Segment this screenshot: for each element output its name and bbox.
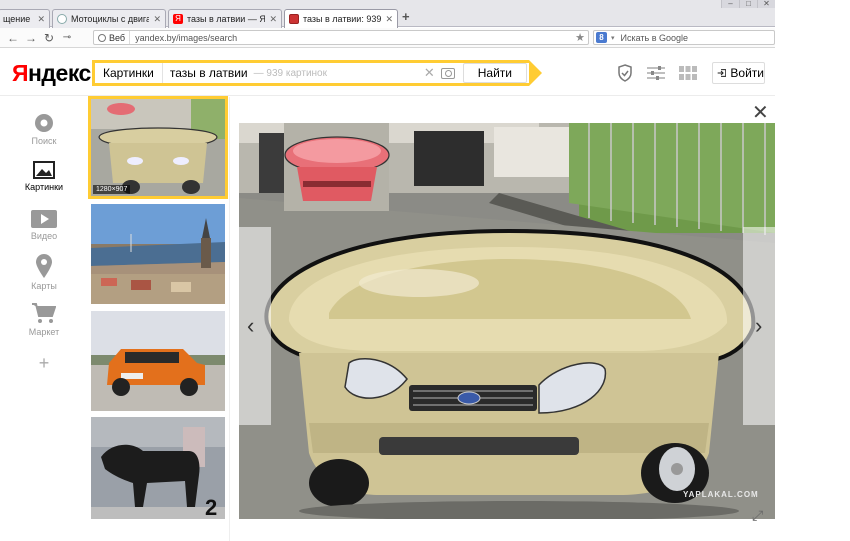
thumbnail-corner-digit: 2 <box>205 495 217 519</box>
close-viewer-button[interactable]: ✕ <box>752 103 769 123</box>
camera-icon[interactable] <box>440 67 455 79</box>
yandex-logo[interactable]: Яндекс <box>12 60 91 87</box>
main-image[interactable] <box>239 123 775 519</box>
chevron-left-icon: ‹ <box>247 313 255 338</box>
thumbnail-image <box>91 311 225 411</box>
image-favicon-icon <box>289 14 299 24</box>
clear-icon[interactable]: ✕ <box>418 65 441 81</box>
tab-title: тазы в латвии — Янде... <box>187 14 266 24</box>
tab-strip: – □ ✕ щение в... ✕ Мотоциклы с двигате..… <box>0 0 775 28</box>
thumbnail[interactable]: 2 <box>91 417 225 519</box>
thumbnail-image: 2 <box>91 417 225 519</box>
logo-first-letter: Я <box>12 60 29 86</box>
login-label: Войти <box>730 66 764 80</box>
new-tab-button[interactable]: + <box>402 9 410 24</box>
logo-rest: ндекс <box>28 60 91 86</box>
tab-title: щение в... <box>3 14 33 24</box>
more-services-button[interactable]: + <box>0 353 88 374</box>
tab-close-icon[interactable]: ✕ <box>153 14 161 25</box>
car-basin-photo <box>239 123 775 519</box>
nav-item-label: Маркет <box>28 327 60 337</box>
tab-close-icon[interactable]: ✕ <box>37 14 45 25</box>
left-service-nav: Поиск Картинки Видео Карты Маркет + <box>0 97 88 541</box>
nav-item-label: Видео <box>30 231 58 241</box>
nav-item-label: Картинки <box>24 182 64 192</box>
back-arrow-icon[interactable]: ← <box>4 31 22 45</box>
search-input[interactable]: тазы в латвии <box>163 66 248 80</box>
prev-image-button[interactable]: ‹ <box>239 227 271 425</box>
thumbnail-selected[interactable]: 1280×907 <box>88 96 228 199</box>
image-dimensions: 1280×907 <box>93 185 131 194</box>
grid-icon[interactable] <box>679 66 697 80</box>
expand-icon[interactable]: ⤢ <box>752 507 763 524</box>
tab-1[interactable]: щение в... ✕ <box>0 9 50 28</box>
bookmark-star-icon[interactable]: ★ <box>575 31 588 44</box>
login-icon <box>717 69 727 77</box>
chevron-right-icon: › <box>755 313 763 338</box>
maximize-button[interactable]: □ <box>739 0 757 8</box>
nav-item-label: Поиск <box>31 136 57 146</box>
navigation-bar: ← → ↻ ⊸ Веб yandex.by/images/search ★ 8 … <box>0 28 775 48</box>
search-button[interactable]: Найти <box>462 63 527 83</box>
search-box: Картинки тазы в латвии — 939 картинок ✕ … <box>92 60 542 86</box>
tab-title: Мотоциклы с двигате... <box>71 14 150 24</box>
settings-sliders-icon[interactable] <box>646 66 666 80</box>
url-chip[interactable]: Веб <box>94 31 131 44</box>
search-engine-icon[interactable]: 8 <box>596 32 607 43</box>
map-pin-icon <box>36 254 52 278</box>
chevron-down-icon[interactable]: ▾ <box>611 34 615 42</box>
address-bar[interactable]: Веб yandex.by/images/search ★ <box>93 30 589 45</box>
window-controls: – □ ✕ <box>721 0 775 8</box>
nav-item-search[interactable]: Поиск <box>0 113 88 146</box>
next-image-button[interactable]: › <box>743 227 775 425</box>
nav-item-video[interactable]: Видео <box>0 210 88 241</box>
cart-icon <box>32 303 56 323</box>
tab-close-icon[interactable]: ✕ <box>385 14 393 25</box>
minimize-button[interactable]: – <box>721 0 739 8</box>
forward-arrow-icon[interactable]: → <box>22 31 40 45</box>
globe-icon <box>98 33 106 42</box>
nav-item-maps[interactable]: Карты <box>0 254 88 291</box>
yandex-favicon-icon: Я <box>173 14 183 24</box>
thumbnail[interactable] <box>91 311 225 411</box>
tab-favicon-icon <box>57 14 67 24</box>
tab-2[interactable]: Мотоциклы с двигате... ✕ <box>52 9 166 28</box>
search-engine-placeholder: Искать в Google <box>620 32 689 43</box>
tab-4-active[interactable]: тазы в латвии: 939 изо... ✕ <box>284 9 398 28</box>
thumbnail-image <box>91 204 225 304</box>
nav-item-images[interactable]: Картинки <box>0 161 88 192</box>
shield-icon[interactable] <box>617 64 633 82</box>
nav-item-market[interactable]: Маркет <box>0 302 88 337</box>
video-icon <box>31 210 57 228</box>
tab-3[interactable]: Я тазы в латвии — Янде... ✕ <box>168 9 282 28</box>
browser-window: – □ ✕ щение в... ✕ Мотоциклы с двигате..… <box>0 0 775 541</box>
result-count: — 939 картинок <box>253 67 327 79</box>
close-window-button[interactable]: ✕ <box>757 0 775 8</box>
thumbnail[interactable] <box>91 204 225 304</box>
tab-close-icon[interactable]: ✕ <box>269 14 277 25</box>
key-icon[interactable]: ⊸ <box>58 32 76 43</box>
images-icon <box>33 161 55 179</box>
reload-icon[interactable]: ↻ <box>40 31 58 45</box>
browser-search-box[interactable]: 8 ▾ Искать в Google <box>593 30 775 45</box>
thumbnail-column: 1280×907 2 <box>88 96 230 541</box>
tab-title: тазы в латвии: 939 изо... <box>303 14 382 24</box>
watermark: YAPLAKAL.COM <box>683 490 759 499</box>
thumbnail-image <box>91 99 225 196</box>
url-chip-label: Веб <box>109 32 126 43</box>
url-text[interactable]: yandex.by/images/search <box>130 33 575 43</box>
service-label[interactable]: Картинки <box>95 63 163 83</box>
login-button[interactable]: Войти <box>712 62 765 84</box>
search-circle-icon <box>35 114 53 132</box>
nav-item-label: Карты <box>31 281 57 291</box>
